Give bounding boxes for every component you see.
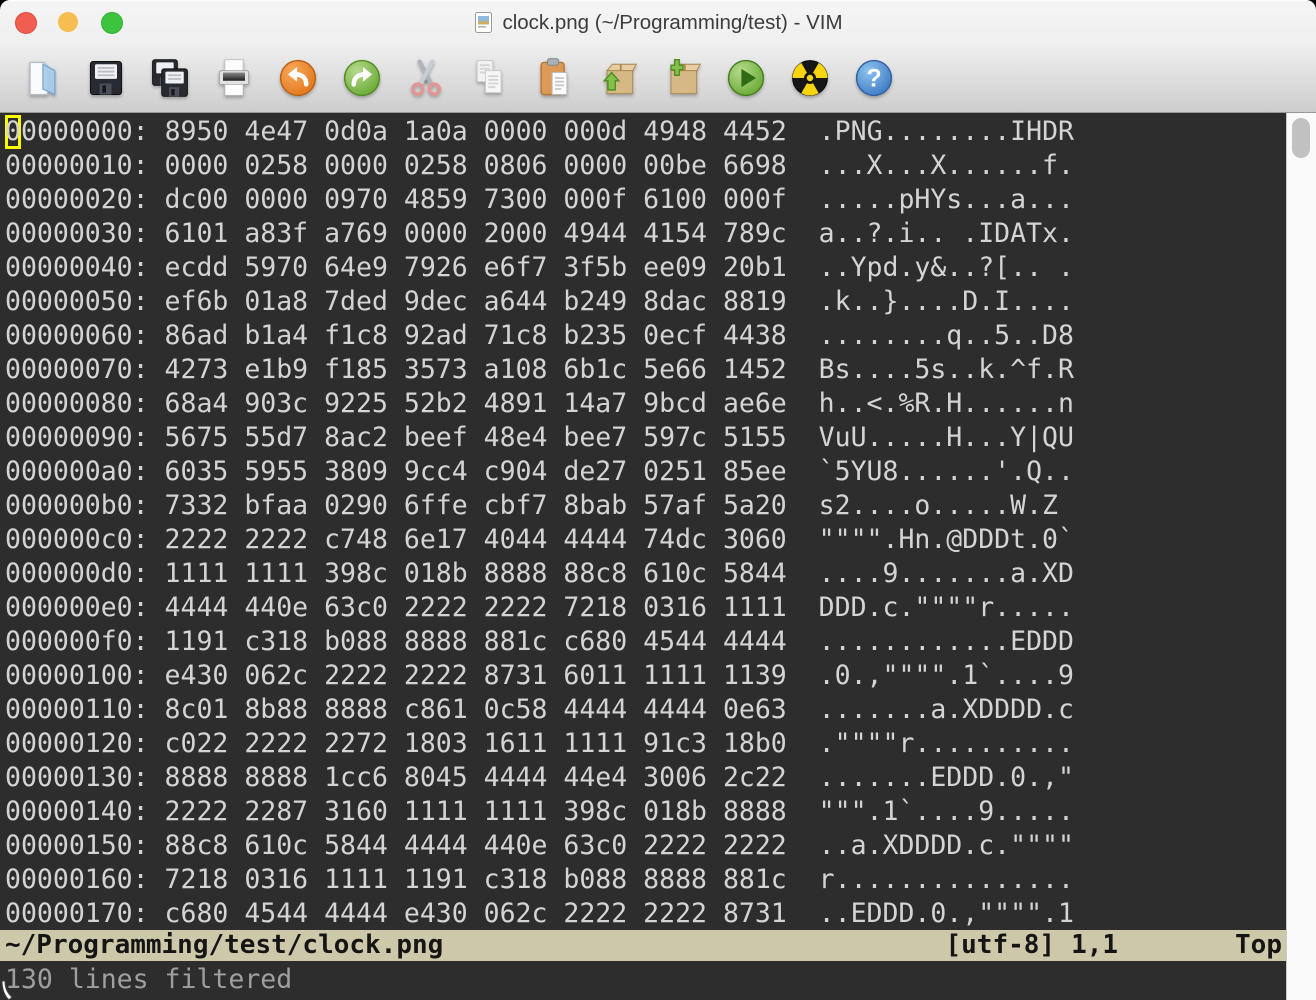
- help-button[interactable]: ?: [850, 54, 898, 102]
- hex-line: 000000b0: 7332 bfaa 0290 6ffe cbf7 8bab …: [5, 489, 1286, 523]
- text-buffer[interactable]: 00000000: 8950 4e47 0d0a 1a0a 0000 000d …: [0, 113, 1286, 930]
- save-all-button[interactable]: [146, 54, 194, 102]
- status-cursor-position: 1,1: [1071, 930, 1118, 961]
- hex-line: 00000130: 8888 8888 1cc6 8045 4444 44e4 …: [5, 761, 1286, 795]
- hex-line: 00000170: c680 4544 4444 e430 062c 2222 …: [5, 897, 1286, 930]
- scrollbar-thumb[interactable]: [1292, 118, 1310, 158]
- hex-line: 00000150: 88c8 610c 5844 4444 440e 63c0 …: [5, 829, 1286, 863]
- status-filename: ~/Programming/test/clock.png: [5, 930, 443, 961]
- print-button[interactable]: [210, 54, 258, 102]
- paste-clipboard-icon: [532, 56, 576, 100]
- paste-button[interactable]: [530, 54, 578, 102]
- minimize-button[interactable]: [58, 12, 78, 32]
- window-content: 00000000: 8950 4e47 0d0a 1a0a 0000 000d …: [0, 113, 1316, 1000]
- hex-line: 00000030: 6101 a83f a769 0000 2000 4944 …: [5, 217, 1286, 251]
- zoom-button[interactable]: [101, 12, 123, 34]
- window-title: clock.png (~/Programming/test) - VIM: [473, 11, 842, 35]
- save-all-icon: [148, 56, 192, 100]
- hex-line: 00000050: ef6b 01a8 7ded 9dec a644 b249 …: [5, 285, 1286, 319]
- undo-button[interactable]: [274, 54, 322, 102]
- close-button[interactable]: [15, 12, 37, 34]
- hex-line: 00000060: 86ad b1a4 f1c8 92ad 71c8 b235 …: [5, 319, 1286, 353]
- titlebar[interactable]: clock.png (~/Programming/test) - VIM: [0, 0, 1316, 45]
- save-session-button[interactable]: [658, 54, 706, 102]
- save-icon: [84, 56, 128, 100]
- hex-line: 00000160: 7218 0316 1111 1191 c318 b088 …: [5, 863, 1286, 897]
- command-line-message[interactable]: 130 lines filtered: [0, 961, 1286, 1000]
- redo-button[interactable]: [338, 54, 386, 102]
- save-session-box-icon: [660, 56, 704, 100]
- print-icon: [212, 56, 256, 100]
- cut-button[interactable]: [402, 54, 450, 102]
- run-script-play-icon: [724, 56, 768, 100]
- undo-icon: [276, 56, 320, 100]
- hex-line: 00000010: 0000 0258 0000 0258 0806 0000 …: [5, 149, 1286, 183]
- hex-line: 000000c0: 2222 2222 c748 6e17 4044 4444 …: [5, 523, 1286, 557]
- load-session-box-icon: [596, 56, 640, 100]
- hex-line: 00000100: e430 062c 2222 2222 8731 6011 …: [5, 659, 1286, 693]
- hex-line: 00000000: 8950 4e47 0d0a 1a0a 0000 000d …: [5, 115, 1286, 149]
- run-script-button[interactable]: [722, 54, 770, 102]
- copy-icon: [468, 56, 512, 100]
- window-chrome: clock.png (~/Programming/test) - VIM: [0, 0, 1316, 113]
- hex-line: 00000110: 8c01 8b88 8888 c861 0c58 4444 …: [5, 693, 1286, 727]
- hex-line: 000000a0: 6035 5955 3809 9cc4 c904 de27 …: [5, 455, 1286, 489]
- hex-line: 000000f0: 1191 c318 b088 8888 881c c680 …: [5, 625, 1286, 659]
- status-line: ~/Programming/test/clock.png [utf-8] 1,1…: [0, 930, 1286, 961]
- redo-icon: [340, 56, 384, 100]
- svg-text:?: ?: [866, 65, 881, 92]
- open-button[interactable]: [18, 54, 66, 102]
- hex-line: 00000070: 4273 e1b9 f185 3573 a108 6b1c …: [5, 353, 1286, 387]
- hex-line: 00000140: 2222 2287 3160 1111 1111 398c …: [5, 795, 1286, 829]
- editor-column: 00000000: 8950 4e47 0d0a 1a0a 0000 000d …: [0, 113, 1286, 1000]
- copy-button[interactable]: [466, 54, 514, 102]
- hex-line: 00000040: ecdd 5970 64e9 7926 e6f7 3f5b …: [5, 251, 1286, 285]
- traffic-lights: [0, 0, 140, 45]
- make-radiation-icon: [788, 56, 832, 100]
- hex-line: 00000080: 68a4 903c 9225 52b2 4891 14a7 …: [5, 387, 1286, 421]
- save-button[interactable]: [82, 54, 130, 102]
- mouse-cursor: [0, 980, 16, 1000]
- document-proxy-icon: [473, 11, 494, 34]
- open-file-icon: [20, 56, 64, 100]
- scrollbar[interactable]: [1286, 113, 1316, 1000]
- vim-window: clock.png (~/Programming/test) - VIM: [0, 0, 1316, 1000]
- hex-line: 00000020: dc00 0000 0970 4859 7300 000f …: [5, 183, 1286, 217]
- help-icon: ?: [852, 56, 896, 100]
- hex-line: 00000090: 5675 55d7 8ac2 beef 48e4 bee7 …: [5, 421, 1286, 455]
- cursor-block: 0: [5, 115, 21, 149]
- make-button[interactable]: [786, 54, 834, 102]
- toolbar: ?: [0, 45, 1316, 111]
- status-encoding: [utf-8]: [945, 930, 1055, 961]
- status-scroll-position: Top: [1235, 930, 1282, 961]
- cut-scissors-icon: [404, 56, 448, 100]
- window-title-text: clock.png (~/Programming/test) - VIM: [502, 11, 842, 35]
- hex-line: 000000d0: 1111 1111 398c 018b 8888 88c8 …: [5, 557, 1286, 591]
- hex-line: 000000e0: 4444 440e 63c0 2222 2222 7218 …: [5, 591, 1286, 625]
- hex-line: 00000120: c022 2222 2272 1803 1611 1111 …: [5, 727, 1286, 761]
- load-session-button[interactable]: [594, 54, 642, 102]
